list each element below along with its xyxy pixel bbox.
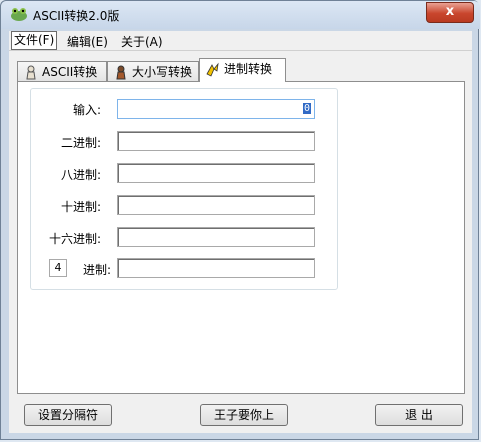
pawn-icon: [26, 65, 36, 80]
exit-button[interactable]: 退 出: [375, 404, 463, 426]
menu-bar: 文件(F) 编辑(E) 关于(A): [9, 31, 472, 51]
custom-base-field[interactable]: [117, 258, 315, 278]
close-icon: x: [445, 4, 455, 19]
input-label: 输入:: [72, 103, 101, 117]
tab-base[interactable]: 进制转换: [199, 58, 286, 82]
tab-ascii-label: ASCII转换: [42, 65, 98, 79]
binary-field[interactable]: [117, 131, 315, 151]
frog-icon: [11, 8, 27, 21]
tab-base-label: 进制转换: [224, 62, 273, 76]
input-value: 0: [302, 103, 311, 114]
octal-field[interactable]: [117, 163, 315, 183]
octal-label: 八进制:: [60, 168, 101, 182]
set-separator-button[interactable]: 设置分隔符: [24, 404, 112, 426]
menu-about[interactable]: 关于(A): [121, 33, 163, 50]
decimal-label: 十进制:: [60, 200, 101, 214]
custom-base-label: 进制:: [82, 263, 111, 277]
input-field[interactable]: 0: [117, 99, 315, 119]
app-window: ASCII转换2.0版 x 文件(F) 编辑(E) 关于(A) ASCII转换 …: [0, 0, 480, 440]
title-bar[interactable]: ASCII转换2.0版 x: [1, 1, 480, 29]
hex-field[interactable]: [117, 227, 315, 247]
hex-label: 十六进制:: [48, 232, 101, 246]
menu-file[interactable]: 文件(F): [11, 31, 58, 50]
arrows-icon: [206, 62, 219, 77]
client-area: ASCII转换 大小写转换 进制转换 输入: 0 二进制: 八进制: 十进制: …: [9, 51, 472, 433]
chess-piece-icon: [116, 65, 126, 80]
decimal-field[interactable]: [117, 195, 315, 215]
close-button[interactable]: x: [426, 2, 474, 23]
window-title: ASCII转换2.0版: [33, 9, 120, 23]
tab-ascii[interactable]: ASCII转换: [17, 61, 107, 82]
tab-case-label: 大小写转换: [132, 65, 193, 79]
wangzi-button[interactable]: 王子要你上: [200, 404, 288, 426]
tab-case[interactable]: 大小写转换: [107, 61, 199, 82]
tab-panel: 输入: 0 二进制: 八进制: 十进制: 十六进制: 4 进制:: [17, 81, 465, 394]
conversion-group: 输入: 0 二进制: 八进制: 十进制: 十六进制: 4 进制:: [30, 88, 338, 290]
menu-edit[interactable]: 编辑(E): [67, 33, 108, 50]
binary-label: 二进制:: [60, 136, 101, 150]
